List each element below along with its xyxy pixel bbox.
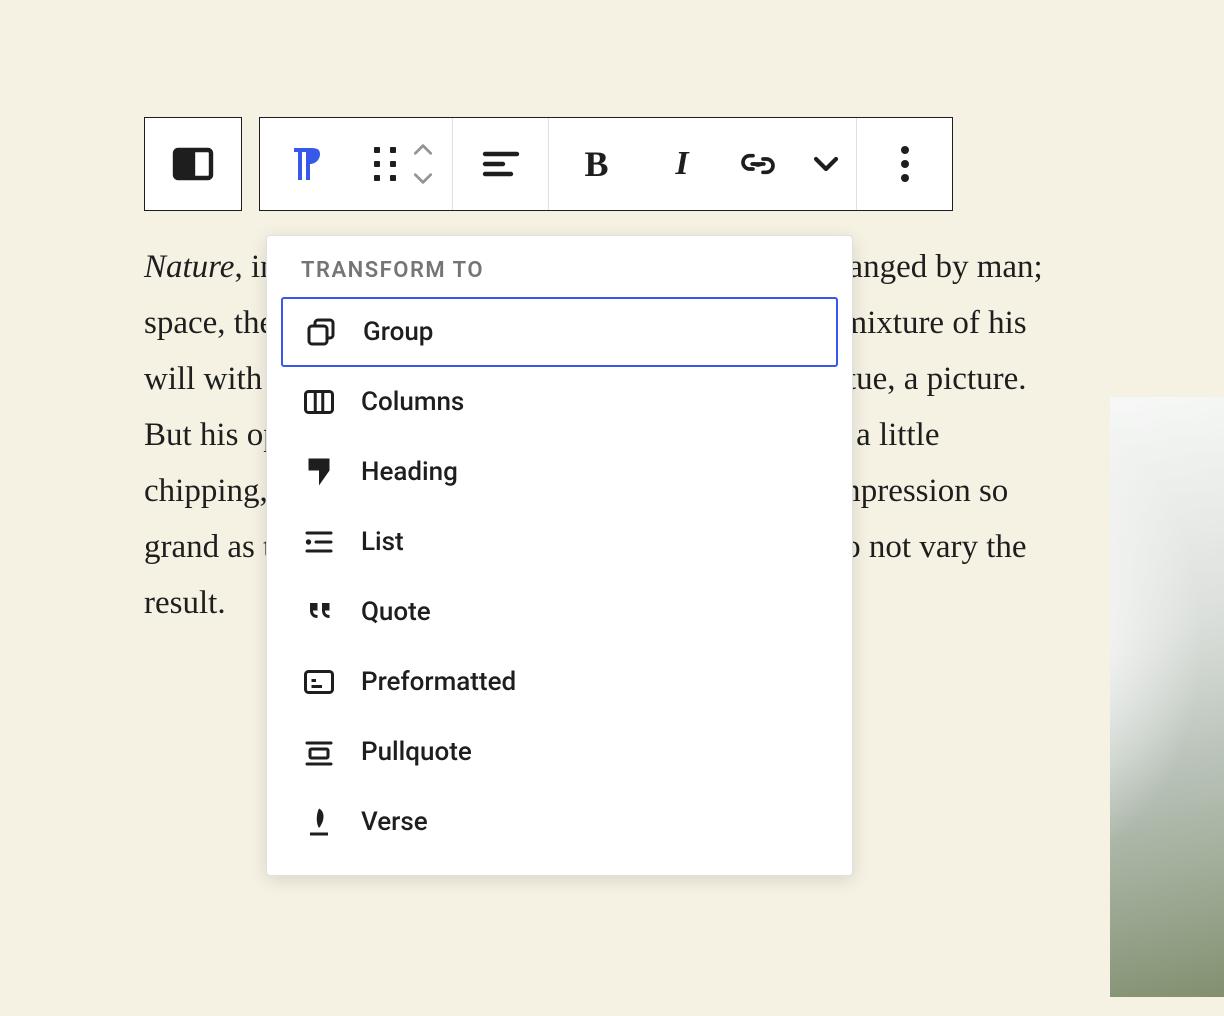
options-button[interactable] — [856, 118, 952, 210]
more-vertical-icon — [881, 140, 929, 188]
bold-icon: B — [584, 143, 608, 185]
transform-item-columns[interactable]: Columns — [281, 367, 838, 437]
toolbar-main-group: B I — [259, 117, 953, 211]
transform-item-verse[interactable]: Verse — [281, 787, 838, 857]
block-type-button[interactable] — [260, 118, 356, 210]
block-toolbar: B I — [144, 117, 953, 211]
menu-label: Heading — [361, 457, 458, 487]
side-image — [1110, 397, 1224, 997]
move-handle[interactable] — [356, 118, 452, 210]
menu-label: Columns — [361, 387, 464, 417]
pullquote-icon — [301, 734, 337, 770]
menu-label: Group — [363, 317, 433, 347]
transform-popover: Transform to Group Columns Heading List … — [266, 235, 853, 876]
list-icon — [301, 524, 337, 560]
menu-label: Pullquote — [361, 737, 472, 767]
drag-icon — [374, 147, 396, 181]
transform-item-pullquote[interactable]: Pullquote — [281, 717, 838, 787]
link-button[interactable] — [720, 118, 796, 210]
preformatted-icon — [301, 664, 337, 700]
menu-label: Quote — [361, 597, 431, 627]
italic-word: Nature — [144, 249, 234, 285]
link-icon — [738, 144, 778, 184]
select-parent-button[interactable] — [145, 118, 241, 210]
columns-icon — [169, 140, 217, 188]
transform-item-quote[interactable]: Quote — [281, 577, 838, 647]
paragraph-icon — [284, 140, 332, 188]
verse-icon — [301, 804, 337, 840]
more-rich-text-button[interactable] — [796, 118, 856, 210]
group-icon — [303, 314, 339, 350]
menu-label: Verse — [361, 807, 428, 837]
bold-button[interactable]: B — [548, 118, 644, 210]
transform-item-group[interactable]: Group — [281, 297, 838, 367]
transform-item-list[interactable]: List — [281, 507, 838, 577]
transform-item-heading[interactable]: Heading — [281, 437, 838, 507]
quote-icon — [301, 594, 337, 630]
popover-title: Transform to — [281, 258, 838, 297]
chevron-down-icon — [806, 144, 846, 184]
italic-icon: I — [675, 145, 688, 183]
menu-label: List — [361, 527, 404, 557]
columns-icon — [301, 384, 337, 420]
italic-button[interactable]: I — [644, 118, 720, 210]
toolbar-parent-group — [144, 117, 242, 211]
align-button[interactable] — [452, 118, 548, 210]
move-arrows-icon — [412, 143, 434, 185]
align-left-icon — [477, 140, 525, 188]
menu-label: Preformatted — [361, 667, 516, 697]
transform-item-preformatted[interactable]: Preformatted — [281, 647, 838, 717]
heading-icon — [301, 454, 337, 490]
